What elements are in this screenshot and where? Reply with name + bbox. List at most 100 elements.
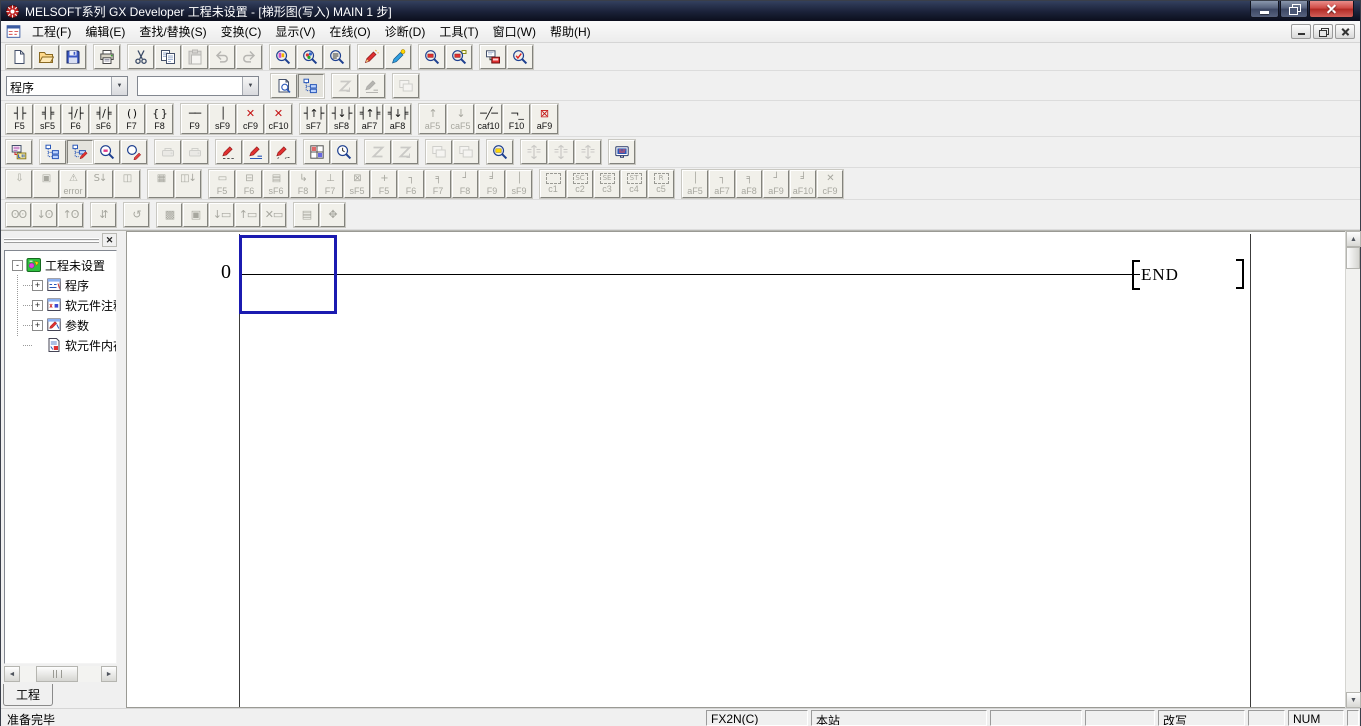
scroll-down-arrow[interactable]: ▼ — [1346, 692, 1361, 708]
ladder-editor[interactable]: 0 END — [126, 231, 1345, 708]
sfc-step-button[interactable]: ▭F5 — [209, 170, 235, 198]
sfc-sc-button[interactable]: SCc2 — [567, 170, 593, 198]
find-next-button[interactable]: ↓ʘ — [32, 203, 57, 227]
sort-block-button[interactable]: S↓ — [87, 170, 113, 198]
block-convert-run-button[interactable]: ▣ — [33, 170, 59, 198]
find-button[interactable]: ʘʘ — [6, 203, 31, 227]
screen-setting-button[interactable] — [271, 74, 297, 98]
sfc-selection-convergence-button[interactable]: ┘F8 — [452, 170, 478, 198]
tree-item-device-comment[interactable]: + 软元件注释 — [5, 295, 116, 315]
rising-pulse-branch-button[interactable]: ╡↑╞aF7 — [356, 104, 383, 134]
delete-horizontal-line-button[interactable]: ✕cF9 — [237, 104, 264, 134]
panel-close-button[interactable]: ✕ — [102, 233, 117, 247]
device-memory-button[interactable] — [304, 140, 330, 164]
editor-vertical-scrollbar[interactable]: ▲ ▼ — [1345, 231, 1360, 708]
program-type-combo[interactable]: 程序 ▼ — [6, 76, 128, 96]
scroll-up-arrow[interactable]: ▲ — [1346, 231, 1361, 247]
skip-button[interactable] — [426, 140, 452, 164]
horizontal-line-button[interactable]: ──F9 — [181, 104, 208, 134]
cut-button[interactable] — [128, 45, 154, 69]
tree-expand-toggle[interactable]: + — [32, 300, 43, 311]
chevron-down-icon[interactable]: ▼ — [111, 77, 127, 95]
device-batch-monitor-button[interactable] — [385, 45, 411, 69]
find-previous-button[interactable]: ↑ʘ — [58, 203, 83, 227]
copy-button[interactable] — [155, 45, 181, 69]
falling-pulse-button[interactable]: ┤↓├sF8 — [328, 104, 355, 134]
vertical-line-button[interactable]: │sF9 — [209, 104, 236, 134]
mdi-close-button[interactable] — [1335, 24, 1355, 39]
scroll-right-arrow[interactable]: ► — [101, 666, 117, 682]
sfc-r-button[interactable]: Rc5 — [648, 170, 674, 198]
comment-edit-button[interactable] — [216, 140, 242, 164]
ladder-list-convert-button[interactable] — [6, 140, 32, 164]
find-device-button[interactable] — [270, 45, 296, 69]
sfc-draw-vertical-button[interactable]: │aF5 — [682, 170, 708, 198]
data-name-combo[interactable]: ▼ — [137, 76, 259, 96]
menu-convert[interactable]: 变换(C) — [214, 21, 269, 42]
sfc-block-start-step-button[interactable]: ⊟F6 — [236, 170, 262, 198]
jump-button[interactable]: ⇵ — [91, 203, 116, 227]
block-display-button[interactable]: ▦ — [148, 170, 174, 198]
insert-column-button[interactable] — [575, 140, 601, 164]
redo-button[interactable] — [236, 45, 262, 69]
partial-run-button[interactable] — [392, 140, 418, 164]
clock-setting-button[interactable] — [331, 140, 357, 164]
monitor-start-button[interactable] — [419, 45, 445, 69]
sfc-comment-button[interactable]: c1 — [540, 170, 566, 198]
project-tree[interactable]: - 工程未设置 + 程序 + 软元件注释 — [4, 250, 117, 664]
monitor-write-mode-button[interactable] — [121, 140, 147, 164]
tile-up-button[interactable]: ↑▭ — [235, 203, 260, 227]
chevron-down-icon[interactable]: ▼ — [242, 77, 258, 95]
menu-edit[interactable]: 编辑(E) — [78, 21, 132, 42]
scroll-thumb[interactable] — [1346, 247, 1360, 269]
online-write-button[interactable] — [182, 140, 208, 164]
menu-tools[interactable]: 工具(T) — [432, 21, 485, 42]
sfc-dummy-step-button[interactable]: ▤sF6 — [263, 170, 289, 198]
rising-pulse-button[interactable]: ┤↑├sF7 — [300, 104, 327, 134]
block-convert-button[interactable]: ⇩ — [6, 170, 32, 198]
menu-diagnostics[interactable]: 诊断(D) — [378, 21, 433, 42]
sfc-draw-sim-convergence-button[interactable]: ╛aF10 — [790, 170, 816, 198]
skip-range-button[interactable] — [453, 140, 479, 164]
tree-horizontal-scrollbar[interactable]: ◄ ► — [4, 666, 117, 682]
menu-window[interactable]: 窗口(W) — [486, 21, 543, 42]
block-information-button[interactable]: ◫ — [114, 170, 140, 198]
step-run-button[interactable] — [365, 140, 391, 164]
falling-pulse-branch-button[interactable]: ╡↓╞aF8 — [384, 104, 411, 134]
print-button[interactable] — [94, 45, 120, 69]
window-close-button[interactable] — [1309, 1, 1354, 18]
sfc-draw-simultaneous-button[interactable]: ╕aF8 — [736, 170, 762, 198]
sfc-end-step-button[interactable]: ⊥F7 — [317, 170, 343, 198]
undo-button[interactable] — [209, 45, 235, 69]
write-horizontal-line-button[interactable]: ¬_F10 — [503, 104, 530, 134]
sfc-vertical-line-button[interactable]: │sF9 — [506, 170, 532, 198]
sfc-draw-divergence-button[interactable]: ┐aF7 — [709, 170, 735, 198]
monitor-stop-button[interactable] — [446, 45, 472, 69]
program-copy-button[interactable] — [393, 74, 419, 98]
window-restore-button[interactable] — [1280, 1, 1308, 18]
scroll-thumb[interactable] — [36, 666, 78, 682]
closed-branch-button[interactable]: ╡/╞sF6 — [90, 104, 117, 134]
save-project-button[interactable] — [60, 45, 86, 69]
falling-pulse-open-button[interactable]: ↓caF5 — [447, 104, 474, 134]
sfc-jump-button[interactable]: ↳F8 — [290, 170, 316, 198]
online-read-button[interactable] — [155, 140, 181, 164]
menu-online[interactable]: 在线(O) — [322, 21, 377, 42]
mdi-minimize-button[interactable] — [1291, 24, 1311, 39]
sfc-draw-convergence-button[interactable]: ┘aF9 — [763, 170, 789, 198]
note-edit-button[interactable] — [270, 140, 296, 164]
sort-data-button[interactable] — [332, 74, 358, 98]
entry-data-monitor-button[interactable] — [487, 140, 513, 164]
sfc-transition-button[interactable]: ⊠sF5 — [344, 170, 370, 198]
project-tab[interactable]: 工程 — [3, 684, 53, 706]
delete-vertical-line-button[interactable]: ✕cF10 — [265, 104, 292, 134]
cascade-windows-button[interactable]: ▣ — [183, 203, 208, 227]
program-verify-button[interactable] — [507, 45, 533, 69]
open-branch-button[interactable]: ╡╞sF5 — [34, 104, 61, 134]
scroll-left-arrow[interactable]: ◄ — [4, 666, 20, 682]
menu-find-replace[interactable]: 查找/替换(S) — [132, 21, 213, 42]
panel-grip[interactable] — [4, 238, 99, 244]
write-mode-button[interactable] — [67, 140, 93, 164]
sfc-simultaneous-convergence-button[interactable]: ╛F9 — [479, 170, 505, 198]
transfer-setup-button[interactable] — [480, 45, 506, 69]
